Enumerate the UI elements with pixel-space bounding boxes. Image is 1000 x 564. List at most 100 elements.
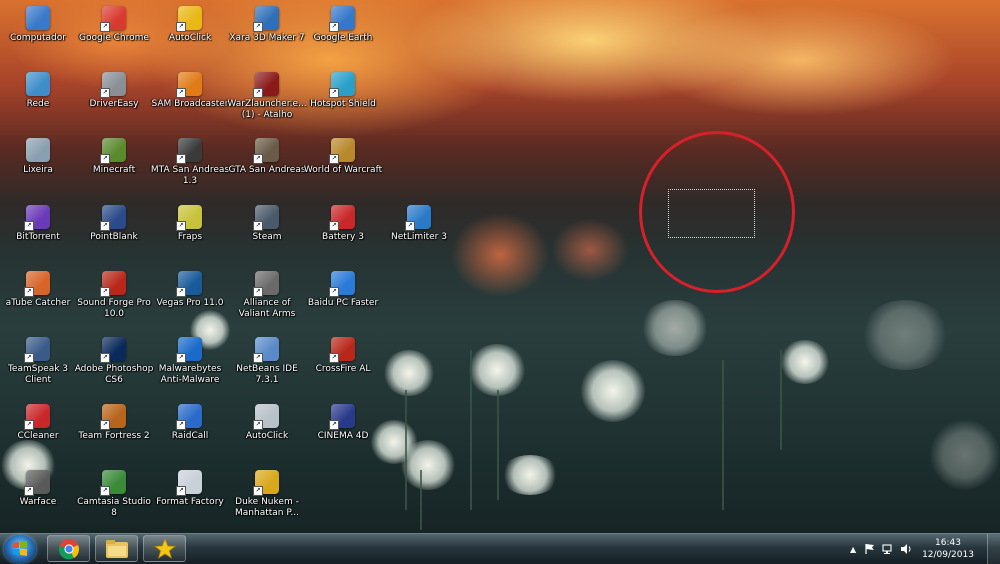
shortcut-arrow-icon: ↗ bbox=[329, 353, 339, 363]
shield-icon: ↗ bbox=[329, 72, 355, 98]
shortcut-arrow-icon: ↗ bbox=[24, 353, 34, 363]
desktop-icon[interactable]: ↗ Battery 3 bbox=[305, 203, 381, 265]
desktop-icon[interactable]: ↗ CrossFire AL bbox=[305, 335, 381, 397]
shortcut-arrow-icon: ↗ bbox=[100, 22, 110, 32]
desktop-icon[interactable]: ↗ Google Earth bbox=[305, 4, 381, 66]
desktop-icon[interactable]: ↗ Fraps bbox=[152, 203, 228, 265]
sam-broadcaster-icon: ↗ bbox=[176, 72, 202, 98]
desktop-icon[interactable]: ↗ NetLimiter 3 bbox=[381, 203, 457, 265]
cinema4d-icon: ↗ bbox=[329, 404, 355, 430]
desktop-icon[interactable]: ↗ AutoClick bbox=[152, 4, 228, 66]
desktop-icon-label: SAM Broadcaster bbox=[151, 99, 229, 109]
desktop-icon[interactable]: ↗ CINEMA 4D bbox=[305, 402, 381, 464]
shortcut-arrow-icon: ↗ bbox=[253, 154, 263, 164]
desktop-icon[interactable]: ↗ Sound Forge Pro 10.0 bbox=[76, 269, 152, 331]
desktop-icon-label: MTA San Andreas 1.3 bbox=[150, 165, 230, 186]
desktop-icon[interactable]: ↗ Camtasia Studio 8 bbox=[76, 468, 152, 530]
clock-date: 12/09/2013 bbox=[922, 550, 974, 560]
desktop-icon-label: Google Earth bbox=[313, 33, 373, 43]
desktop-icon[interactable]: ↗ WarZlauncher.e... (1) - Atalho bbox=[227, 70, 307, 132]
desktop-icon[interactable]: ↗ Team Fortress 2 bbox=[76, 402, 152, 464]
desktop-icon[interactable]: ↗ Format Factory bbox=[152, 468, 228, 530]
desktop-icon[interactable]: ↗ Minecraft bbox=[76, 136, 152, 198]
shortcut-arrow-icon: ↗ bbox=[176, 420, 186, 430]
desktop-icon[interactable]: ↗ MTA San Andreas 1.3 bbox=[150, 136, 230, 198]
desktop-icon[interactable]: ↗ AutoClick bbox=[229, 402, 305, 464]
computer-icon bbox=[26, 6, 50, 30]
desktop-icon[interactable]: ↗ DriverEasy bbox=[76, 70, 152, 132]
desktop-icon[interactable]: ↗ BitTorrent bbox=[0, 203, 76, 265]
shortcut-arrow-icon: ↗ bbox=[329, 420, 339, 430]
desktop-icon[interactable]: ↗ aTube Catcher bbox=[0, 269, 76, 331]
desktop-icon[interactable]: ↗ Alliance of Valiant Arms bbox=[229, 269, 305, 331]
desktop-icon[interactable]: Rede bbox=[0, 70, 76, 132]
shortcut-arrow-icon: ↗ bbox=[176, 154, 186, 164]
desktop-icon-label: Team Fortress 2 bbox=[78, 431, 150, 441]
desktop-icon-label: CINEMA 4D bbox=[317, 431, 369, 441]
desktop-icon[interactable]: ↗ Malwarebytes Anti-Malware bbox=[152, 335, 228, 397]
explorer-taskbar-button[interactable] bbox=[95, 535, 138, 562]
chrome-taskbar-button[interactable] bbox=[47, 535, 90, 562]
desktop-icon[interactable]: ↗ RaidCall bbox=[152, 402, 228, 464]
desktop-icon[interactable]: ↗ GTA San Andreas bbox=[228, 136, 306, 198]
desktop-icon[interactable]: ↗ SAM Broadcaster bbox=[151, 70, 229, 132]
desktop-icon-label: Rede bbox=[26, 99, 50, 109]
camtasia-icon: ↗ bbox=[100, 470, 126, 496]
volume-icon[interactable] bbox=[900, 543, 912, 555]
star-icon: ↗ bbox=[176, 6, 202, 32]
desktop-icon[interactable]: ↗ World of Warcraft bbox=[303, 136, 383, 198]
clock-time: 16:43 bbox=[935, 538, 961, 548]
teamspeak-icon: ↗ bbox=[24, 337, 50, 363]
show-desktop-button[interactable] bbox=[987, 534, 1000, 564]
desktop-icon-label: World of Warcraft bbox=[303, 165, 383, 175]
desktop-icon[interactable]: ↗ Hotspot Shield bbox=[305, 70, 381, 132]
desktop-icon[interactable]: ↗ Warface bbox=[0, 468, 76, 530]
desktop-icon-label: Hotspot Shield bbox=[310, 99, 376, 109]
ava-icon: ↗ bbox=[253, 271, 279, 297]
pointblank-icon: ↗ bbox=[100, 205, 126, 231]
desktop-icon[interactable]: ↗ Adobe Photoshop CS6 bbox=[74, 335, 154, 397]
shortcut-arrow-icon: ↗ bbox=[24, 221, 34, 231]
desktop-icon[interactable]: ↗ Vegas Pro 11.0 bbox=[152, 269, 228, 331]
network-tray-icon[interactable] bbox=[882, 543, 894, 555]
shortcut-arrow-icon: ↗ bbox=[253, 287, 263, 297]
desktop-icon[interactable]: ↗ Duke Nukem - Manhattan P... bbox=[229, 468, 305, 530]
shortcut-arrow-icon: ↗ bbox=[176, 353, 186, 363]
globe-icon: ↗ bbox=[329, 6, 355, 32]
desktop-icon[interactable]: ↗ NetBeans IDE 7.3.1 bbox=[229, 335, 305, 397]
shortcut-arrow-icon: ↗ bbox=[253, 353, 263, 363]
desktop-icon[interactable]: Computador bbox=[0, 4, 76, 66]
desktop-icon[interactable]: ↗ PointBlank bbox=[76, 203, 152, 265]
action-center-flag-icon[interactable] bbox=[864, 543, 876, 555]
desktop-icon[interactable]: ↗ Google Chrome bbox=[76, 4, 152, 66]
autoclick-taskbar-button[interactable] bbox=[143, 535, 186, 562]
xara-icon: ↗ bbox=[253, 6, 279, 32]
desktop-icon[interactable]: ↗ Baidu PC Faster bbox=[305, 269, 381, 331]
desktop-icon[interactable]: Lixeira bbox=[0, 136, 76, 198]
desktop-icon[interactable]: ↗ Xara 3D Maker 7 bbox=[229, 4, 305, 66]
desktop-icon[interactable]: ↗ CCleaner bbox=[0, 402, 76, 464]
desktop-icon-label: Sound Forge Pro 10.0 bbox=[77, 298, 151, 319]
taskbar-clock[interactable]: 16:43 12/09/2013 bbox=[918, 537, 978, 561]
lightning-icon: ↗ bbox=[329, 271, 355, 297]
tf2-icon: ↗ bbox=[100, 404, 126, 430]
shortcut-arrow-icon: ↗ bbox=[176, 486, 186, 496]
taskbar: ▲ 16:43 12/09/2013 bbox=[0, 533, 1000, 564]
atube-icon: ↗ bbox=[24, 271, 50, 297]
show-hidden-icons-button[interactable]: ▲ bbox=[850, 545, 856, 554]
start-button[interactable] bbox=[4, 535, 36, 563]
desktop-icon-label: CrossFire AL bbox=[315, 364, 371, 374]
desktop-icon-label: NetLimiter 3 bbox=[391, 232, 447, 242]
shortcut-arrow-icon: ↗ bbox=[253, 22, 263, 32]
star-icon bbox=[153, 537, 176, 559]
desktop-icon-label: TeamSpeak 3 Client bbox=[7, 364, 69, 385]
shortcut-arrow-icon: ↗ bbox=[329, 221, 339, 231]
desktop-icon-label: Adobe Photoshop CS6 bbox=[74, 364, 154, 385]
desktop-icon-label: PointBlank bbox=[90, 232, 138, 242]
steam-icon: ↗ bbox=[253, 205, 279, 231]
desktop-icon[interactable]: ↗ Steam bbox=[229, 203, 305, 265]
radiation-icon: ↗ bbox=[253, 470, 279, 496]
desktop-icon[interactable]: ↗ TeamSpeak 3 Client bbox=[0, 335, 76, 397]
shortcut-arrow-icon: ↗ bbox=[329, 287, 339, 297]
mta-icon: ↗ bbox=[176, 138, 202, 164]
